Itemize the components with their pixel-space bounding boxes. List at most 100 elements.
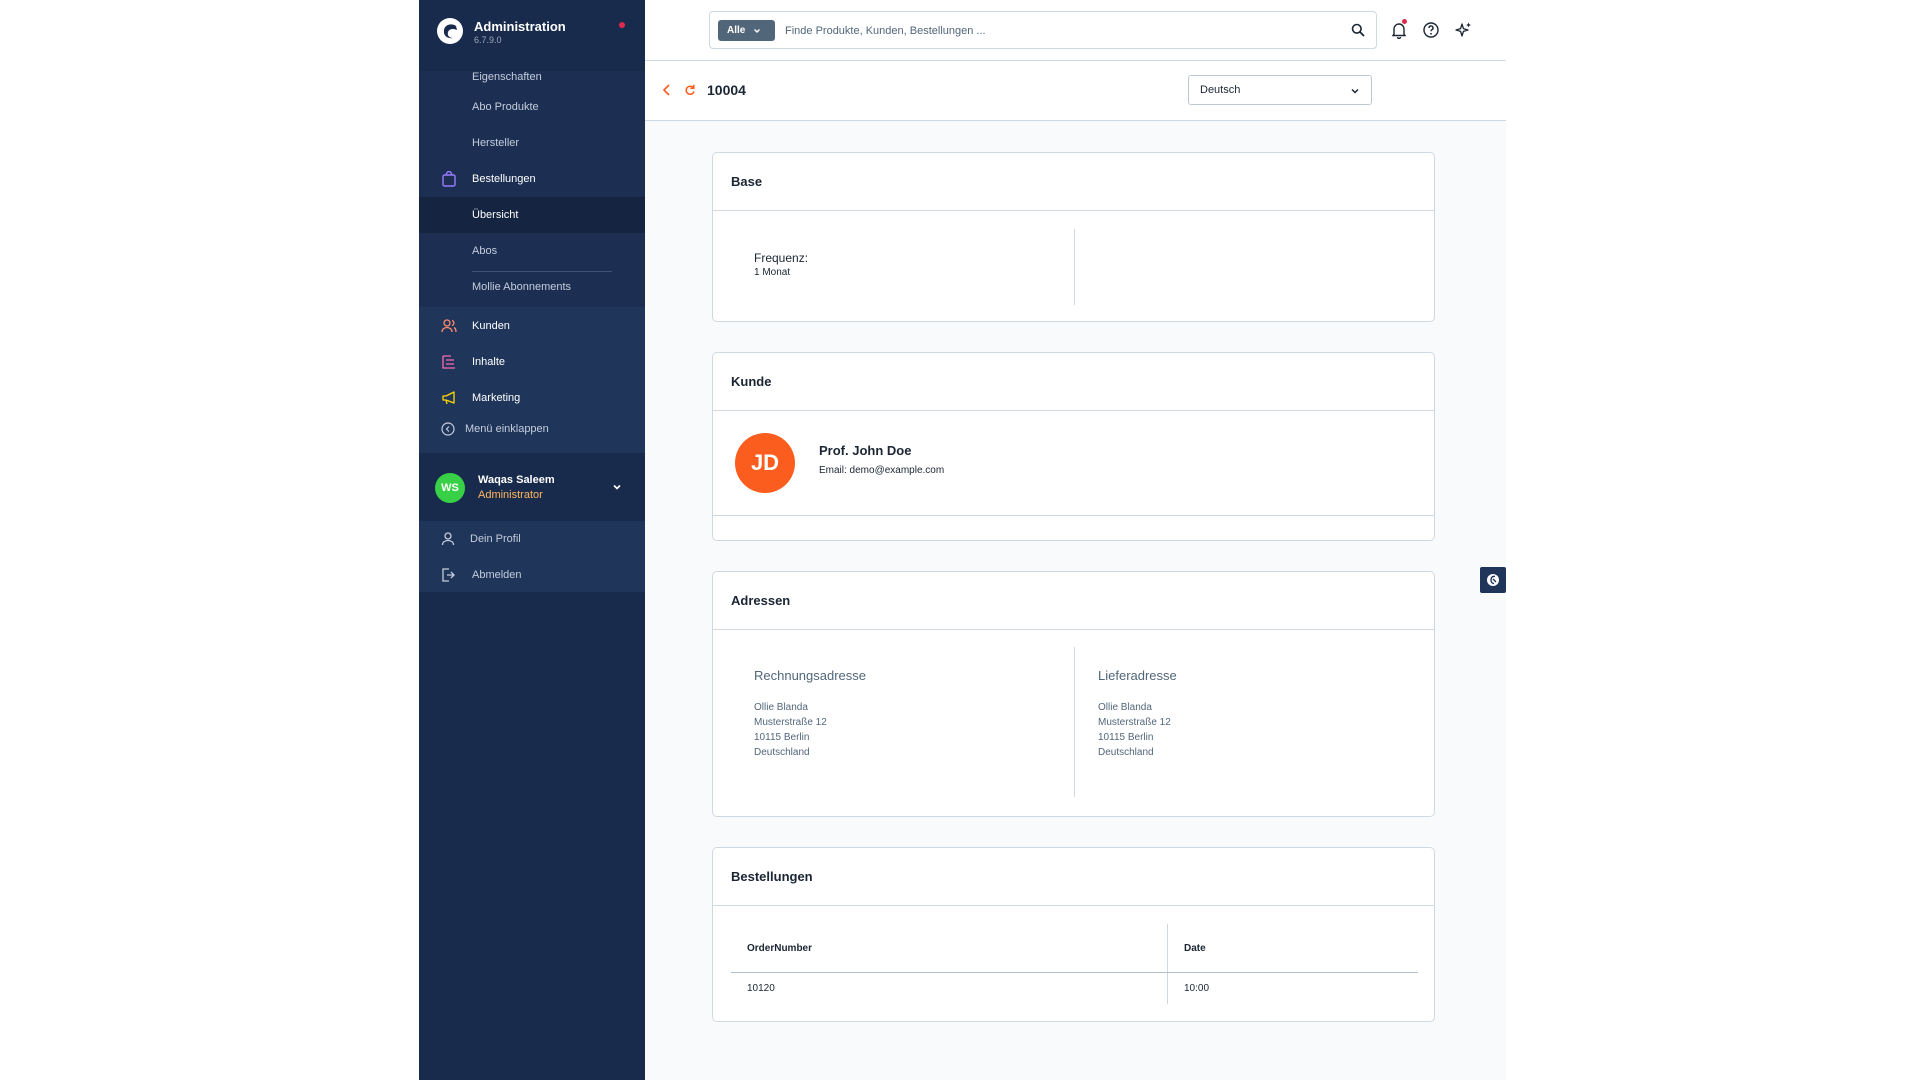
card-title: Bestellungen [731, 869, 813, 884]
addresses-body: Rechnungsadresse Ollie Blanda Musterstra… [713, 629, 1434, 816]
chevron-left-circle-icon [441, 422, 455, 436]
frequency-label: Frequenz: [754, 251, 809, 265]
billing-street: Musterstraße 12 [754, 717, 827, 728]
user-menu-logout[interactable]: Abmelden [419, 557, 645, 593]
content-icon [442, 355, 455, 369]
column-header-date[interactable]: Date [1184, 943, 1206, 954]
card-title: Adressen [731, 593, 791, 608]
sidebar-background-extension [419, 592, 675, 1080]
card-divider [713, 905, 1434, 906]
user-menu-profile[interactable]: Dein Profil [419, 521, 645, 557]
sidebar-item-kunden[interactable]: Kunden [419, 308, 645, 344]
user-name: Waqas Saleem [478, 474, 555, 486]
card-title: Base [731, 174, 763, 189]
top-bar: Alle [645, 0, 1506, 61]
shopware-logo-icon[interactable] [436, 17, 464, 45]
sidebar-item-label: Abos [472, 245, 498, 257]
chevron-down-icon [1351, 88, 1359, 94]
customer-name: Prof. John Doe [819, 443, 912, 458]
orders-card: Bestellungen OrderNumber Date 10120 10:0… [712, 847, 1435, 1022]
smart-bar: 10004 Deutsch [645, 61, 1506, 121]
billing-address-title: Rechnungsadresse [754, 668, 867, 683]
sidebar-item-label: Bestellungen [472, 173, 536, 185]
app-title: Administration [474, 19, 566, 34]
column-header-order-number[interactable]: OrderNumber [747, 943, 812, 954]
sidebar-item-mollie-abonnements[interactable]: Mollie Abonnements [419, 269, 645, 305]
card-title: Kunde [731, 374, 772, 389]
chevron-down-icon [754, 28, 761, 33]
sidebar-item-label: Eigenschaften [472, 71, 542, 83]
notification-dot [1402, 19, 1407, 24]
user-icon [441, 532, 455, 546]
addresses-card: Adressen Rechnungsadresse Ollie Blanda M… [712, 571, 1435, 817]
sidebar-item-abo-produkte[interactable]: Abo Produkte [419, 89, 645, 125]
sidebar-item-label: Marketing [472, 392, 521, 404]
column-divider [1074, 229, 1075, 305]
shipping-address: Ollie Blanda Musterstraße 12 10115 Berli… [1098, 700, 1171, 760]
page-title: 10004 [707, 82, 746, 98]
sidebar-item-marketing[interactable]: Marketing [419, 380, 645, 416]
sidebar-toggle-button[interactable] [1480, 567, 1506, 593]
base-card: Base Frequenz: 1 Monat [712, 152, 1435, 322]
user-menu-label: Abmelden [472, 569, 522, 581]
user-menu-toggle[interactable]: WS Waqas Saleem Administrator [419, 453, 645, 521]
search-type-label: Alle [727, 25, 746, 36]
back-arrow-icon[interactable] [661, 83, 673, 97]
shipping-country: Deutschland [1098, 747, 1154, 758]
chevron-down-icon [613, 484, 621, 490]
sidebar: Administration 6.7.9.0 Eigenschaften Abo… [419, 0, 645, 592]
users-icon [441, 319, 457, 333]
sidebar-item-inhalte[interactable]: Inhalte [419, 344, 645, 380]
collapse-menu-label: Menü einklappen [465, 423, 549, 435]
sidebar-item-abos[interactable]: Abos [419, 233, 645, 269]
sidebar-header: Administration 6.7.9.0 [419, 0, 645, 71]
sidebar-item-hersteller[interactable]: Hersteller [419, 125, 645, 161]
main-content: Base Frequenz: 1 Monat Kunde JD Prof. Jo… [645, 121, 1506, 1080]
sidebar-item-label: Hersteller [472, 137, 520, 149]
status-dot [619, 22, 625, 28]
logout-icon [442, 568, 455, 582]
sidebar-item-label: Inhalte [472, 356, 506, 368]
table-header-divider [731, 972, 1418, 973]
date-cell: 10:00 [1184, 983, 1210, 994]
shipping-city: 10115 Berlin [1098, 732, 1154, 743]
shopping-bag-icon [442, 171, 456, 187]
language-select-value: Deutsch [1200, 84, 1241, 96]
megaphone-icon [442, 391, 455, 405]
search-icon[interactable] [1351, 23, 1365, 37]
search-input[interactable] [785, 21, 1325, 41]
shopware-services-icon [1487, 574, 1499, 586]
sidebar-item-uebersicht[interactable]: Übersicht [419, 197, 645, 233]
card-divider [713, 210, 1434, 211]
frequency-value: 1 Monat [754, 267, 791, 278]
language-select[interactable]: Deutsch [1188, 75, 1372, 105]
global-search: Alle [709, 11, 1377, 49]
card-divider [713, 410, 1434, 411]
order-number-cell: 10120 [747, 983, 775, 994]
billing-country: Deutschland [754, 747, 810, 758]
user-avatar: WS [435, 473, 465, 503]
billing-city: 10115 Berlin [754, 732, 810, 743]
card-divider [713, 515, 1434, 516]
search-type-dropdown[interactable]: Alle [718, 20, 775, 41]
column-divider [1074, 647, 1075, 797]
user-menu-label: Dein Profil [470, 533, 521, 545]
shipping-name: Ollie Blanda [1098, 702, 1152, 713]
sidebar-item-label: Abo Produkte [472, 101, 539, 113]
sidebar-item-label: Kunden [472, 320, 510, 332]
user-role: Administrator [478, 489, 543, 501]
collapse-menu-button[interactable]: Menü einklappen [441, 422, 549, 436]
sidebar-item-bestellungen[interactable]: Bestellungen [419, 161, 645, 197]
shipping-address-title: Lieferadresse [1098, 668, 1177, 683]
help-icon[interactable] [1422, 21, 1440, 39]
customer-card: Kunde JD Prof. John Doe Email: demo@exam… [712, 352, 1435, 541]
sidebar-item-label: Mollie Abonnements [472, 281, 572, 293]
column-divider [1167, 924, 1168, 1004]
shipping-street: Musterstraße 12 [1098, 717, 1171, 728]
billing-name: Ollie Blanda [754, 702, 808, 713]
sidebar-item-label: Übersicht [472, 209, 519, 221]
refresh-icon[interactable] [684, 83, 696, 97]
sparkles-icon[interactable] [1455, 21, 1473, 39]
billing-address: Ollie Blanda Musterstraße 12 10115 Berli… [754, 700, 827, 760]
sidebar-divider [472, 271, 612, 272]
